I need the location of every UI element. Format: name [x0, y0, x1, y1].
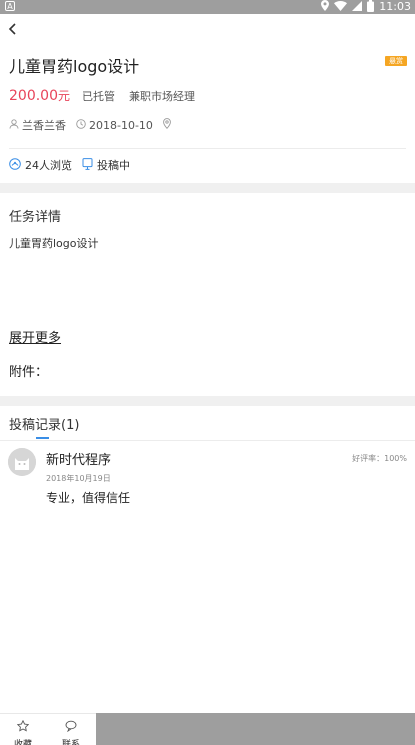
action-area[interactable] — [96, 713, 415, 745]
meta-row: 兰香兰香 2018-10-10 — [9, 118, 174, 132]
submission-status-icon — [82, 157, 93, 173]
price-unit: 元 — [58, 89, 71, 103]
location-icon — [321, 0, 330, 14]
section-separator — [0, 183, 415, 193]
bottom-actions: 收藏 联系 — [0, 713, 96, 745]
submission-date: 2018年10月19日 — [46, 474, 111, 483]
view-count: 24人浏览 — [25, 159, 72, 172]
publisher-name: 兰香兰香 — [22, 119, 66, 132]
contact-button[interactable]: 联系 — [56, 717, 86, 745]
bottom-bar: 收藏 联系 — [0, 713, 415, 745]
publish-date: 2018-10-10 — [89, 118, 153, 132]
chat-bubble-icon — [65, 720, 77, 733]
star-icon — [16, 719, 30, 732]
price-row: 200.00 元 已托管 兼职市场经理 — [9, 87, 209, 105]
notification-icon: A — [5, 1, 15, 11]
submissions-heading[interactable]: 投稿记录(1) — [9, 414, 79, 433]
user-icon — [9, 118, 19, 132]
battery-icon — [367, 0, 375, 15]
wifi-icon — [334, 0, 348, 14]
signal-icon — [352, 0, 363, 14]
details-text: 儿童胃药logo设计 — [9, 237, 99, 250]
submission-comment: 专业，值得信任 — [46, 491, 131, 505]
expand-more-link[interactable]: 展开更多 — [9, 327, 61, 346]
task-price: 200.00 — [9, 88, 58, 104]
submitter-name: 新时代程序 — [46, 453, 112, 468]
views-icon — [9, 157, 21, 173]
contact-label: 联系 — [61, 740, 80, 745]
tab-indicator — [36, 437, 49, 439]
location-pin-icon — [163, 118, 171, 132]
details-heading: 任务详情 — [9, 210, 62, 225]
task-status: 投稿中 — [97, 159, 130, 172]
task-title: 儿童胃药logo设计 — [9, 57, 140, 76]
back-button[interactable] — [4, 18, 24, 40]
avatar[interactable] — [8, 448, 36, 476]
favorite-label: 收藏 — [13, 740, 32, 745]
chevron-left-icon — [8, 23, 16, 35]
divider — [9, 148, 406, 149]
category-tag: 兼职市场经理 — [129, 90, 196, 103]
attachment-label: 附件： — [9, 365, 49, 380]
section-separator — [0, 396, 415, 406]
status-bar: A 11:03 — [0, 0, 415, 14]
status-time: 11:03 — [379, 0, 411, 13]
status-icons: 11:03 — [321, 0, 411, 14]
stats-row: 24人浏览 投稿中 — [9, 157, 130, 173]
reward-badge: 悬赏 — [385, 56, 407, 66]
divider — [0, 440, 415, 441]
favorite-button[interactable]: 收藏 — [8, 717, 38, 745]
clock-icon — [76, 118, 86, 132]
cat-avatar-icon — [8, 448, 36, 476]
escrow-tag: 已托管 — [82, 90, 116, 103]
rating-rate: 好评率：100% — [352, 454, 407, 463]
